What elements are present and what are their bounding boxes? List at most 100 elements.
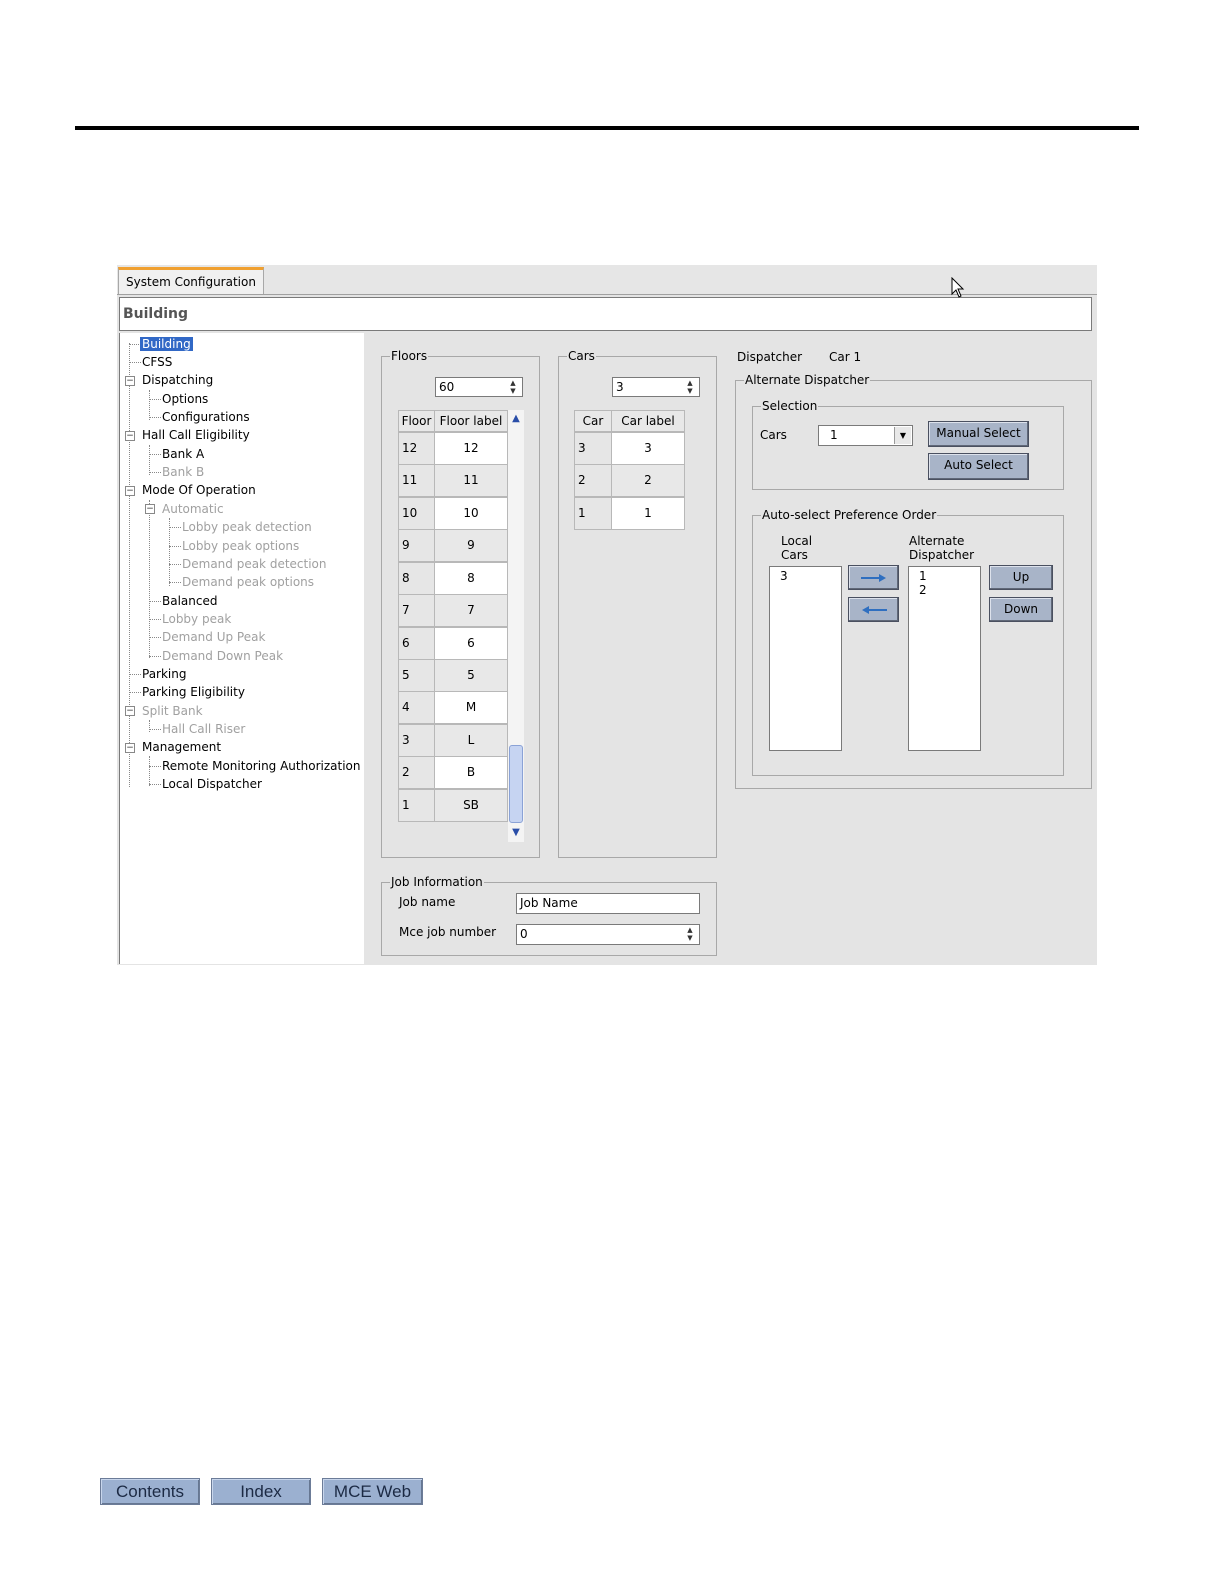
tree-item-parking-eligibility[interactable]: Parking Eligibility [142,684,245,700]
tab-system-configuration[interactable]: System Configuration [118,267,264,294]
floor-label-cell[interactable]: B [434,756,508,789]
spin-arrows-icon[interactable]: ▲ ▼ [682,926,698,942]
floor-label-cell[interactable]: 10 [434,497,508,530]
job-number-spinner[interactable]: 0 ▲ ▼ [516,924,700,945]
floor-number: 8 [398,562,435,595]
floor-number: 5 [398,659,435,692]
tree-item-dispatching[interactable]: Dispatching [142,372,213,388]
tree-item-mode-of-operation[interactable]: Mode Of Operation [142,482,256,498]
preference-order-title: Auto-select Preference Order [761,508,938,522]
floor-number: 9 [398,529,435,562]
collapse-icon[interactable]: − [125,706,135,716]
floors-count-spinner[interactable]: 60 ▲ ▼ [435,377,523,397]
collapse-icon[interactable]: − [125,486,135,496]
tree-item-demand-peak-options[interactable]: Demand peak options [182,574,314,590]
tree-item-demand-down-peak[interactable]: Demand Down Peak [162,648,283,664]
tree-item-balanced[interactable]: Balanced [162,593,217,609]
floor-label-cell[interactable]: M [434,691,508,724]
tree-item-options[interactable]: Options [162,391,208,407]
tree-item-building[interactable]: Building [140,336,193,352]
contents-button[interactable]: Contents [100,1478,200,1505]
tree-item-local-dispatcher[interactable]: Local Dispatcher [162,776,262,792]
auto-select-button[interactable]: Auto Select [928,453,1029,480]
local-cars-list[interactable]: 3 [769,566,842,751]
tree-item-lobby-peak-options[interactable]: Lobby peak options [182,538,299,554]
floor-label-cell[interactable]: 9 [434,529,508,562]
car-number: 3 [574,432,612,465]
floor-label-cell[interactable]: 6 [434,627,508,660]
tree-item-bank-a[interactable]: Bank A [162,446,204,462]
tree-item-cfss[interactable]: CFSS [142,354,172,370]
cars-group-title: Cars [567,349,596,363]
tree-item-hall-call-eligibility[interactable]: Hall Call Eligibility [142,427,250,443]
tree-item-management[interactable]: Management [142,739,221,755]
collapse-icon[interactable]: − [125,743,135,753]
spin-arrows-icon[interactable]: ▲ ▼ [682,379,698,395]
move-left-button[interactable] [848,597,899,622]
cars-col-car[interactable]: Car [574,410,612,432]
cars-select[interactable]: 1 ▼ [818,425,913,446]
move-down-button[interactable]: Down [989,597,1053,622]
local-cars-heading-line2: Cars [781,548,808,562]
job-name-field[interactable]: Job Name [516,893,700,914]
floor-number: 2 [398,756,435,789]
scrollbar-thumb[interactable] [509,745,523,823]
tree-item-lobby-peak-detection[interactable]: Lobby peak detection [182,519,312,535]
floor-label-cell[interactable]: 11 [434,464,508,497]
index-button[interactable]: Index [211,1478,311,1505]
tab-strip [117,265,1097,295]
scroll-down-icon[interactable]: ▼ [509,825,523,841]
spin-arrows-icon[interactable]: ▲ ▼ [505,379,521,395]
job-number-value: 0 [520,927,528,941]
scroll-up-icon[interactable]: ▲ [509,411,523,427]
cars-select-label: Cars [760,428,787,442]
tree-item-demand-up-peak[interactable]: Demand Up Peak [162,629,265,645]
tree-item-bank-b[interactable]: Bank B [162,464,204,480]
list-item[interactable]: 1 [919,569,970,583]
floor-label-cell[interactable]: L [434,724,508,757]
tree-item-split-bank[interactable]: Split Bank [142,703,203,719]
alternate-dispatcher-list[interactable]: 1 2 [908,566,981,751]
local-cars-heading-line1: Local [781,534,813,548]
tree-item-hall-call-riser[interactable]: Hall Call Riser [162,721,245,737]
floor-label-cell[interactable]: 8 [434,562,508,595]
floor-number: 6 [398,627,435,660]
section-title: Building [119,297,1092,331]
floor-label-cell[interactable]: 5 [434,659,508,692]
car-label-cell[interactable]: 2 [611,464,685,497]
job-name-label: Job name [399,895,456,909]
alternate-dispatcher-heading-line1: Alternate [909,534,965,548]
floor-label-cell[interactable]: 12 [434,432,508,465]
tree-item-configurations[interactable]: Configurations [162,409,250,425]
collapse-icon[interactable]: − [125,431,135,441]
move-right-button[interactable] [848,565,899,590]
chevron-down-icon[interactable]: ▼ [894,427,911,444]
floor-number: 1 [398,789,435,822]
collapse-icon[interactable]: − [145,504,155,514]
alternate-dispatcher-heading-line2: Dispatcher [909,548,975,562]
arrow-right-icon [860,574,886,582]
collapse-icon[interactable]: − [125,376,135,386]
cars-col-label[interactable]: Car label [611,410,685,432]
list-item[interactable]: 2 [919,583,970,597]
floors-col-label[interactable]: Floor label [434,410,508,432]
tree-item-lobby-peak[interactable]: Lobby peak [162,611,231,627]
alternate-dispatcher-heading: Alternate Dispatcher [909,534,974,562]
local-cars-heading: Local Cars [781,534,812,562]
list-item[interactable]: 3 [780,569,831,583]
floors-col-floor[interactable]: Floor [398,410,435,432]
mce-web-button[interactable]: MCE Web [322,1478,423,1505]
cars-count-spinner[interactable]: 3 ▲ ▼ [612,377,700,397]
move-up-button[interactable]: Up [989,565,1053,590]
car-label-cell[interactable]: 3 [611,432,685,465]
floor-label-cell[interactable]: 7 [434,594,508,627]
tree-item-automatic[interactable]: Automatic [162,501,224,517]
floor-number: 11 [398,464,435,497]
tree-item-remote-monitoring-authorization[interactable]: Remote Monitoring Authorization [162,758,360,774]
floor-label-cell[interactable]: SB [434,789,508,822]
tree-item-parking[interactable]: Parking [142,666,187,682]
manual-select-button[interactable]: Manual Select [928,421,1029,447]
floors-group-title: Floors [390,349,429,363]
car-label-cell[interactable]: 1 [611,497,685,530]
tree-item-demand-peak-detection[interactable]: Demand peak detection [182,556,327,572]
